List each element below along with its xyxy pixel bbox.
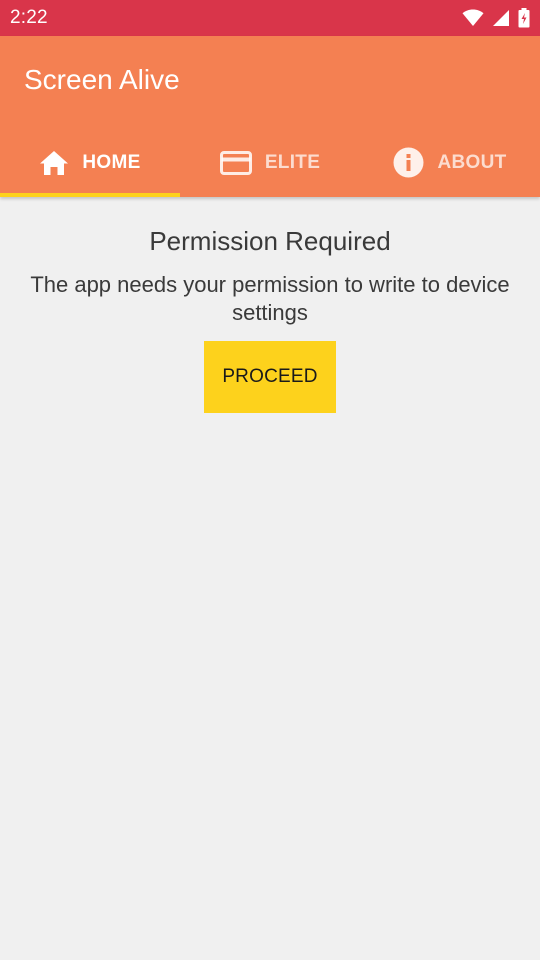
tab-home-label: HOME [82,151,141,173]
status-icons [462,8,530,28]
tab-home[interactable]: HOME [0,128,180,197]
home-icon [39,150,69,176]
tab-about[interactable]: ABOUT [360,128,540,197]
info-icon [393,147,424,178]
permission-title: Permission Required [149,226,391,256]
tab-about-label: ABOUT [437,151,507,173]
app-title: Screen Alive [24,64,180,95]
proceed-button[interactable]: PROCEED [204,341,336,413]
tab-elite[interactable]: ELITE [180,128,360,197]
status-time: 2:22 [10,7,48,28]
signal-icon [492,9,510,27]
tab-elite-label: ELITE [264,151,321,173]
app-bar: Screen Alive HOME ELITE ABOUT [0,36,540,197]
permission-message: The app needs your permission to write t… [30,272,510,325]
wifi-icon [462,9,484,27]
main-content: Permission Required The app needs your p… [0,197,540,960]
credit-card-icon [219,150,252,175]
status-bar: 2:22 [0,0,540,36]
battery-charging-icon [518,8,530,28]
tab-bar: HOME ELITE ABOUT [0,128,540,197]
